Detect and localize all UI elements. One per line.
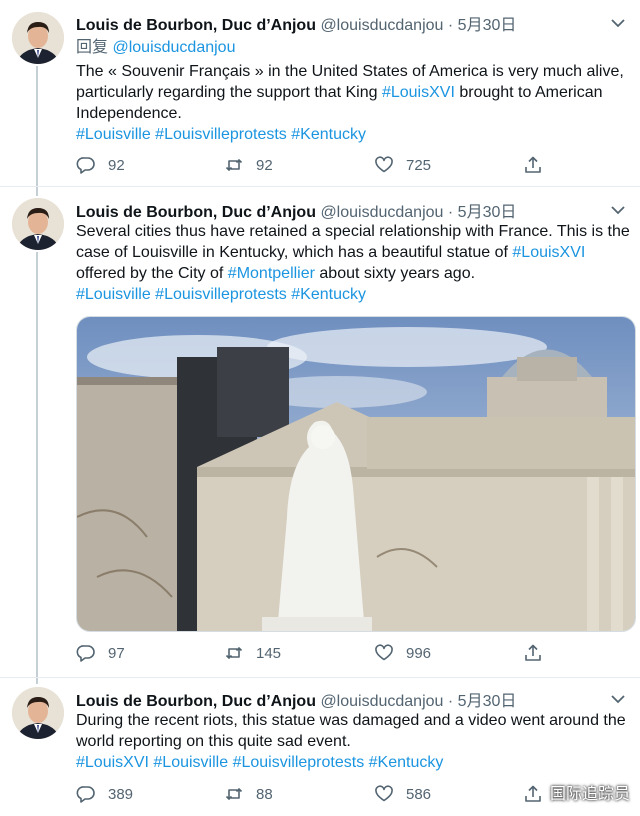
separator-dot: · <box>447 204 454 221</box>
hashtag-link[interactable]: #LouisXVI <box>512 244 585 261</box>
like-count: 996 <box>406 644 432 662</box>
share-button[interactable] <box>523 782 543 806</box>
avatar-portrait-icon <box>12 198 64 250</box>
retweet-arrows-icon <box>225 788 243 800</box>
hashtag-link[interactable]: #Montpellier <box>228 265 315 282</box>
tweet-2[interactable]: Louis de Bourbon, Duc d’Anjou @louisducd… <box>0 187 640 677</box>
action-bar: 92 92 725 <box>76 153 550 177</box>
tweet-header: Louis de Bourbon, Duc d’Anjou @louisducd… <box>76 198 630 222</box>
reply-count: 92 <box>108 156 125 174</box>
like-button[interactable]: 725 <box>374 153 431 177</box>
retweet-arrows-icon <box>225 159 243 171</box>
speech-bubble-icon <box>76 786 95 803</box>
retweet-arrows-icon <box>225 647 243 659</box>
hashtag-link[interactable]: #Louisvilleprotests <box>155 126 287 143</box>
tweet-text: Several cities thus have retained a spec… <box>76 221 632 284</box>
heart-icon <box>375 644 393 661</box>
tweet-1[interactable]: Louis de Bourbon, Duc d’Anjou @louisducd… <box>0 0 640 186</box>
action-bar: 97 145 996 <box>76 641 550 665</box>
separator-dot: · <box>447 693 454 710</box>
tweet-text: The « Souvenir Français » in the United … <box>76 61 632 124</box>
tweet-text: During the recent riots, this statue was… <box>76 710 632 752</box>
like-button[interactable]: 586 <box>374 782 431 806</box>
chevron-down-icon[interactable] <box>608 13 628 33</box>
tweet-header: Louis de Bourbon, Duc d’Anjou @louisducd… <box>76 11 630 35</box>
tweet-header: Louis de Bourbon, Duc d’Anjou @louisducd… <box>76 687 630 711</box>
reply-context: 回复 @louisducdanjou <box>76 37 632 58</box>
share-icon <box>525 644 541 661</box>
separator-dot: · <box>447 17 454 34</box>
hashtag-link[interactable]: #LouisXVI <box>382 84 455 101</box>
like-count: 586 <box>406 785 432 803</box>
action-bar: 389 88 586 <box>76 782 550 806</box>
tweet-text-part: offered by the City of <box>76 265 228 282</box>
retweet-button[interactable]: 88 <box>224 782 273 806</box>
hashtag-link[interactable]: #Louisvilleprotests <box>155 286 287 303</box>
hashtag-link[interactable]: #Kentucky <box>369 754 444 771</box>
author-name[interactable]: Louis de Bourbon, Duc d’Anjou <box>76 693 316 710</box>
author-name[interactable]: Louis de Bourbon, Duc d’Anjou <box>76 204 316 221</box>
avatar[interactable] <box>12 198 64 250</box>
retweet-count: 145 <box>256 644 282 662</box>
watermark: 国际追踪员 <box>549 784 630 803</box>
retweet-button[interactable]: 92 <box>224 153 273 177</box>
statue-photo <box>77 317 635 631</box>
hashtag-row: #LouisXVI #Louisville #Louisvilleprotest… <box>76 752 632 773</box>
author-handle[interactable]: @louisducdanjou <box>320 693 443 710</box>
hashtag-link[interactable]: #Louisville <box>153 754 228 771</box>
avatar-portrait-icon <box>12 687 64 739</box>
share-icon <box>525 156 541 173</box>
reply-to-link[interactable]: @louisducdanjou <box>112 39 235 56</box>
hashtag-row: #Louisville #Louisvilleprotests #Kentuck… <box>76 284 632 305</box>
reply-count: 389 <box>108 785 134 803</box>
heart-icon <box>375 785 393 802</box>
reply-button[interactable]: 92 <box>76 153 125 177</box>
avatar[interactable] <box>12 12 64 64</box>
chevron-down-icon[interactable] <box>608 689 628 709</box>
reply-button[interactable]: 97 <box>76 641 125 665</box>
share-icon <box>525 785 541 802</box>
tweet-photo[interactable] <box>76 316 636 632</box>
author-name[interactable]: Louis de Bourbon, Duc d’Anjou <box>76 17 316 34</box>
tweet-date[interactable]: 5月30日 <box>458 204 517 221</box>
hashtag-link[interactable]: #LouisXVI <box>76 754 149 771</box>
share-button[interactable] <box>523 641 543 665</box>
avatar[interactable] <box>12 687 64 739</box>
tweet-text-part: During the recent riots, this statue was… <box>76 712 626 750</box>
author-handle[interactable]: @louisducdanjou <box>320 204 443 221</box>
hashtag-link[interactable]: #Louisvilleprotests <box>233 754 365 771</box>
speech-bubble-icon <box>76 157 95 174</box>
hashtag-link[interactable]: #Louisville <box>76 286 151 303</box>
hashtag-link[interactable]: #Kentucky <box>291 126 366 143</box>
reply-count: 97 <box>108 644 125 662</box>
reply-label: 回复 <box>76 39 109 56</box>
like-button[interactable]: 996 <box>374 641 431 665</box>
tweet-date[interactable]: 5月30日 <box>458 693 517 710</box>
tweet-date[interactable]: 5月30日 <box>458 17 517 34</box>
share-button[interactable] <box>523 153 543 177</box>
hashtag-link[interactable]: #Louisville <box>76 126 151 143</box>
chevron-down-icon[interactable] <box>608 200 628 220</box>
avatar-portrait-icon <box>12 12 64 64</box>
hashtag-link[interactable]: #Kentucky <box>291 286 366 303</box>
heart-icon <box>375 156 393 173</box>
retweet-count: 92 <box>256 156 273 174</box>
reply-button[interactable]: 389 <box>76 782 133 806</box>
like-count: 725 <box>406 156 432 174</box>
hashtag-row: #Louisville #Louisvilleprotests #Kentuck… <box>76 124 632 145</box>
author-handle[interactable]: @louisducdanjou <box>320 17 443 34</box>
retweet-count: 88 <box>256 785 273 803</box>
tweet-3[interactable]: Louis de Bourbon, Duc d’Anjou @louisducd… <box>0 678 640 816</box>
retweet-button[interactable]: 145 <box>224 641 281 665</box>
tweet-text-part: about sixty years ago. <box>314 265 476 282</box>
speech-bubble-icon <box>76 645 95 662</box>
